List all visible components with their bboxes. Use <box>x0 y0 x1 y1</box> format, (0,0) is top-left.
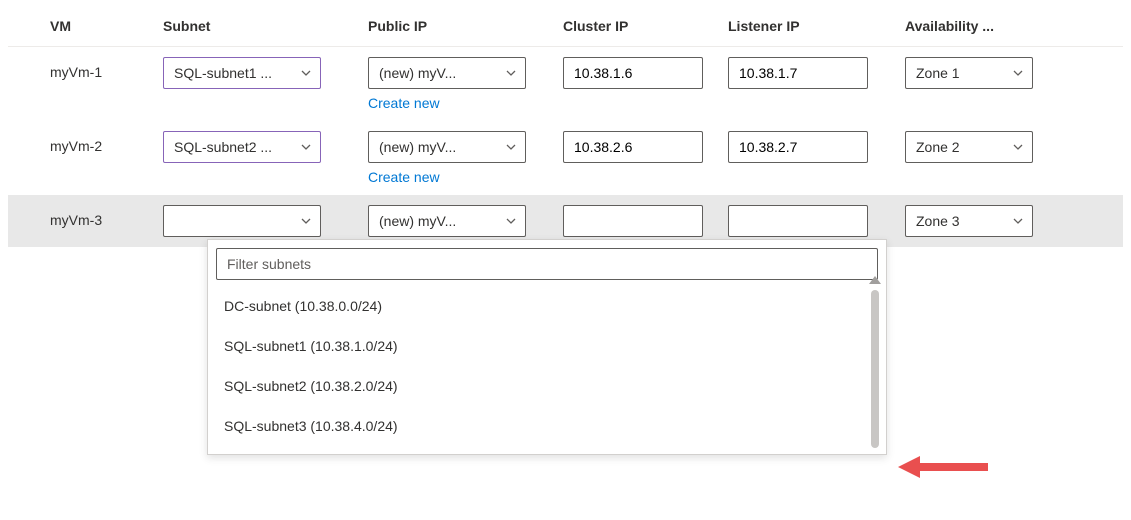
subnet-option[interactable]: SQL-subnet1 (10.38.1.0/24) <box>216 326 878 366</box>
availability-select[interactable]: Zone 3 <box>905 205 1033 237</box>
vm-config-table: VM Subnet Public IP Cluster IP Listener … <box>0 0 1131 255</box>
cluster-ip-input[interactable] <box>563 57 703 89</box>
vm-name-label: myVm-2 <box>8 131 163 154</box>
col-header-listener-ip: Listener IP <box>728 18 905 34</box>
vm-name-label: myVm-1 <box>8 57 163 80</box>
subnet-select[interactable] <box>163 205 321 237</box>
public-ip-select[interactable]: (new) myV... <box>368 205 526 237</box>
create-new-link[interactable]: Create new <box>368 169 440 185</box>
subnet-option[interactable]: DC-subnet (10.38.0.0/24) <box>216 286 878 326</box>
subnet-select[interactable]: SQL-subnet2 ... <box>163 131 321 163</box>
table-row: myVm-2 SQL-subnet2 ... (new) myV... Crea… <box>8 121 1123 195</box>
subnet-filter-input[interactable] <box>216 248 878 280</box>
table-row: myVm-1 SQL-subnet1 ... (new) myV... Crea… <box>8 47 1123 121</box>
public-ip-select[interactable]: (new) myV... <box>368 57 526 89</box>
subnet-options-list: DC-subnet (10.38.0.0/24) SQL-subnet1 (10… <box>216 286 878 446</box>
chevron-down-icon <box>300 141 312 153</box>
scrollbar[interactable] <box>871 290 879 448</box>
chevron-down-icon <box>300 215 312 227</box>
chevron-down-icon <box>1012 67 1024 79</box>
callout-arrow-icon <box>898 454 988 480</box>
subnet-dropdown-panel: DC-subnet (10.38.0.0/24) SQL-subnet1 (10… <box>207 239 887 455</box>
listener-ip-input[interactable] <box>728 57 868 89</box>
col-header-subnet: Subnet <box>163 18 368 34</box>
subnet-option[interactable]: SQL-subnet2 (10.38.2.0/24) <box>216 366 878 406</box>
scroll-up-icon[interactable] <box>869 276 881 284</box>
chevron-down-icon <box>1012 141 1024 153</box>
col-header-public-ip: Public IP <box>368 18 563 34</box>
public-ip-select[interactable]: (new) myV... <box>368 131 526 163</box>
col-header-availability: Availability ... <box>905 18 1075 34</box>
vm-name-label: myVm-3 <box>8 205 163 228</box>
availability-select[interactable]: Zone 1 <box>905 57 1033 89</box>
chevron-down-icon <box>505 215 517 227</box>
listener-ip-input[interactable] <box>728 205 868 237</box>
create-new-link[interactable]: Create new <box>368 95 440 111</box>
subnet-option[interactable]: SQL-subnet3 (10.38.4.0/24) <box>216 406 878 446</box>
listener-ip-input[interactable] <box>728 131 868 163</box>
table-row: myVm-3 (new) myV... <box>8 195 1123 247</box>
col-header-vm: VM <box>8 18 163 34</box>
chevron-down-icon <box>300 67 312 79</box>
chevron-down-icon <box>505 67 517 79</box>
subnet-select[interactable]: SQL-subnet1 ... <box>163 57 321 89</box>
chevron-down-icon <box>505 141 517 153</box>
cluster-ip-input[interactable] <box>563 205 703 237</box>
chevron-down-icon <box>1012 215 1024 227</box>
cluster-ip-input[interactable] <box>563 131 703 163</box>
table-header-row: VM Subnet Public IP Cluster IP Listener … <box>8 8 1123 47</box>
availability-select[interactable]: Zone 2 <box>905 131 1033 163</box>
col-header-cluster-ip: Cluster IP <box>563 18 728 34</box>
